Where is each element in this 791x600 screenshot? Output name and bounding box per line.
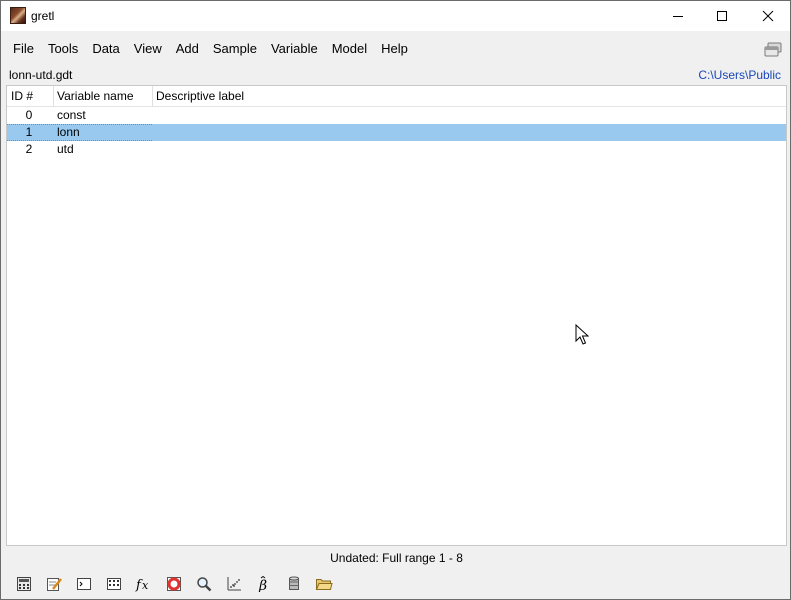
menu-model[interactable]: Model (325, 39, 374, 59)
menu-view[interactable]: View (127, 39, 169, 59)
model-button[interactable]: β (249, 573, 279, 595)
open-folder-button[interactable] (309, 573, 339, 595)
variable-name: lonn (57, 125, 80, 139)
menu-data[interactable]: Data (85, 39, 126, 59)
help-button[interactable] (159, 573, 189, 595)
plot-icon (227, 577, 241, 591)
menu-help[interactable]: Help (374, 39, 415, 59)
calculator-icon (17, 577, 31, 591)
close-icon (762, 10, 774, 22)
database-button[interactable] (279, 573, 309, 595)
edit-script-icon (47, 578, 62, 591)
column-label-header[interactable]: Descriptive label (152, 86, 452, 107)
maximize-icon (717, 11, 727, 21)
mouse-cursor-icon (575, 324, 589, 345)
variable-row-utd[interactable]: 2 utd (7, 141, 786, 158)
function-packages-icon: f x (135, 578, 149, 592)
help-icon (167, 577, 181, 591)
variable-id: 0 (25, 108, 33, 122)
console-icon (77, 578, 91, 590)
svg-text:β: β (258, 578, 267, 592)
menu-variable[interactable]: Variable (264, 39, 325, 59)
dataset-filename: lonn-utd.gdt (9, 68, 73, 82)
database-icon (289, 576, 299, 590)
gretl-app-icon[interactable] (10, 7, 26, 24)
list-header: ID # Variable name Descriptive label (7, 86, 786, 107)
sample-range-status: Undated: Full range 1 - 8 (330, 551, 463, 565)
svg-text:x: x (142, 579, 149, 592)
maximize-button[interactable] (699, 1, 745, 31)
close-button[interactable] (745, 1, 791, 31)
search-icon (197, 577, 212, 592)
title-bar[interactable]: gretl (1, 1, 790, 31)
menu-tools[interactable]: Tools (41, 39, 85, 59)
variable-id: 1 (25, 125, 33, 139)
function-packages-button[interactable]: f x (129, 573, 159, 595)
session-icons-button[interactable] (99, 573, 129, 595)
windows-list-icon[interactable] (763, 41, 783, 59)
minimize-button[interactable] (655, 1, 701, 31)
variable-list[interactable]: ID # Variable name Descriptive label 0 c… (6, 85, 787, 546)
gretl-main-window: gretl File Tools Data View Add Sample Va… (0, 0, 791, 600)
working-directory-link[interactable]: C:\Users\Public (698, 68, 781, 82)
variable-name: utd (57, 142, 74, 156)
column-id-header[interactable]: ID # (7, 86, 53, 107)
console-button[interactable] (69, 573, 99, 595)
model-icon: β (258, 576, 267, 592)
menu-add[interactable]: Add (169, 39, 206, 59)
open-folder-icon (315, 579, 333, 590)
window-title: gretl (31, 9, 55, 23)
calculator-button[interactable] (9, 573, 39, 595)
plot-button[interactable] (219, 573, 249, 595)
menu-bar: File Tools Data View Add Sample Variable… (1, 39, 741, 59)
bottom-toolbar: f x β (9, 573, 339, 595)
minimize-icon (673, 16, 683, 17)
variable-id: 2 (25, 142, 33, 156)
edit-script-button[interactable] (39, 573, 69, 595)
session-icons-icon (107, 578, 121, 590)
variable-row-const[interactable]: 0 const (7, 107, 786, 124)
variable-name: const (57, 108, 86, 122)
search-button[interactable] (189, 573, 219, 595)
menu-file[interactable]: File (1, 39, 41, 59)
column-name-header[interactable]: Variable name (53, 86, 153, 107)
variable-row-lonn[interactable]: 1 lonn (7, 124, 786, 141)
menu-sample[interactable]: Sample (206, 39, 264, 59)
